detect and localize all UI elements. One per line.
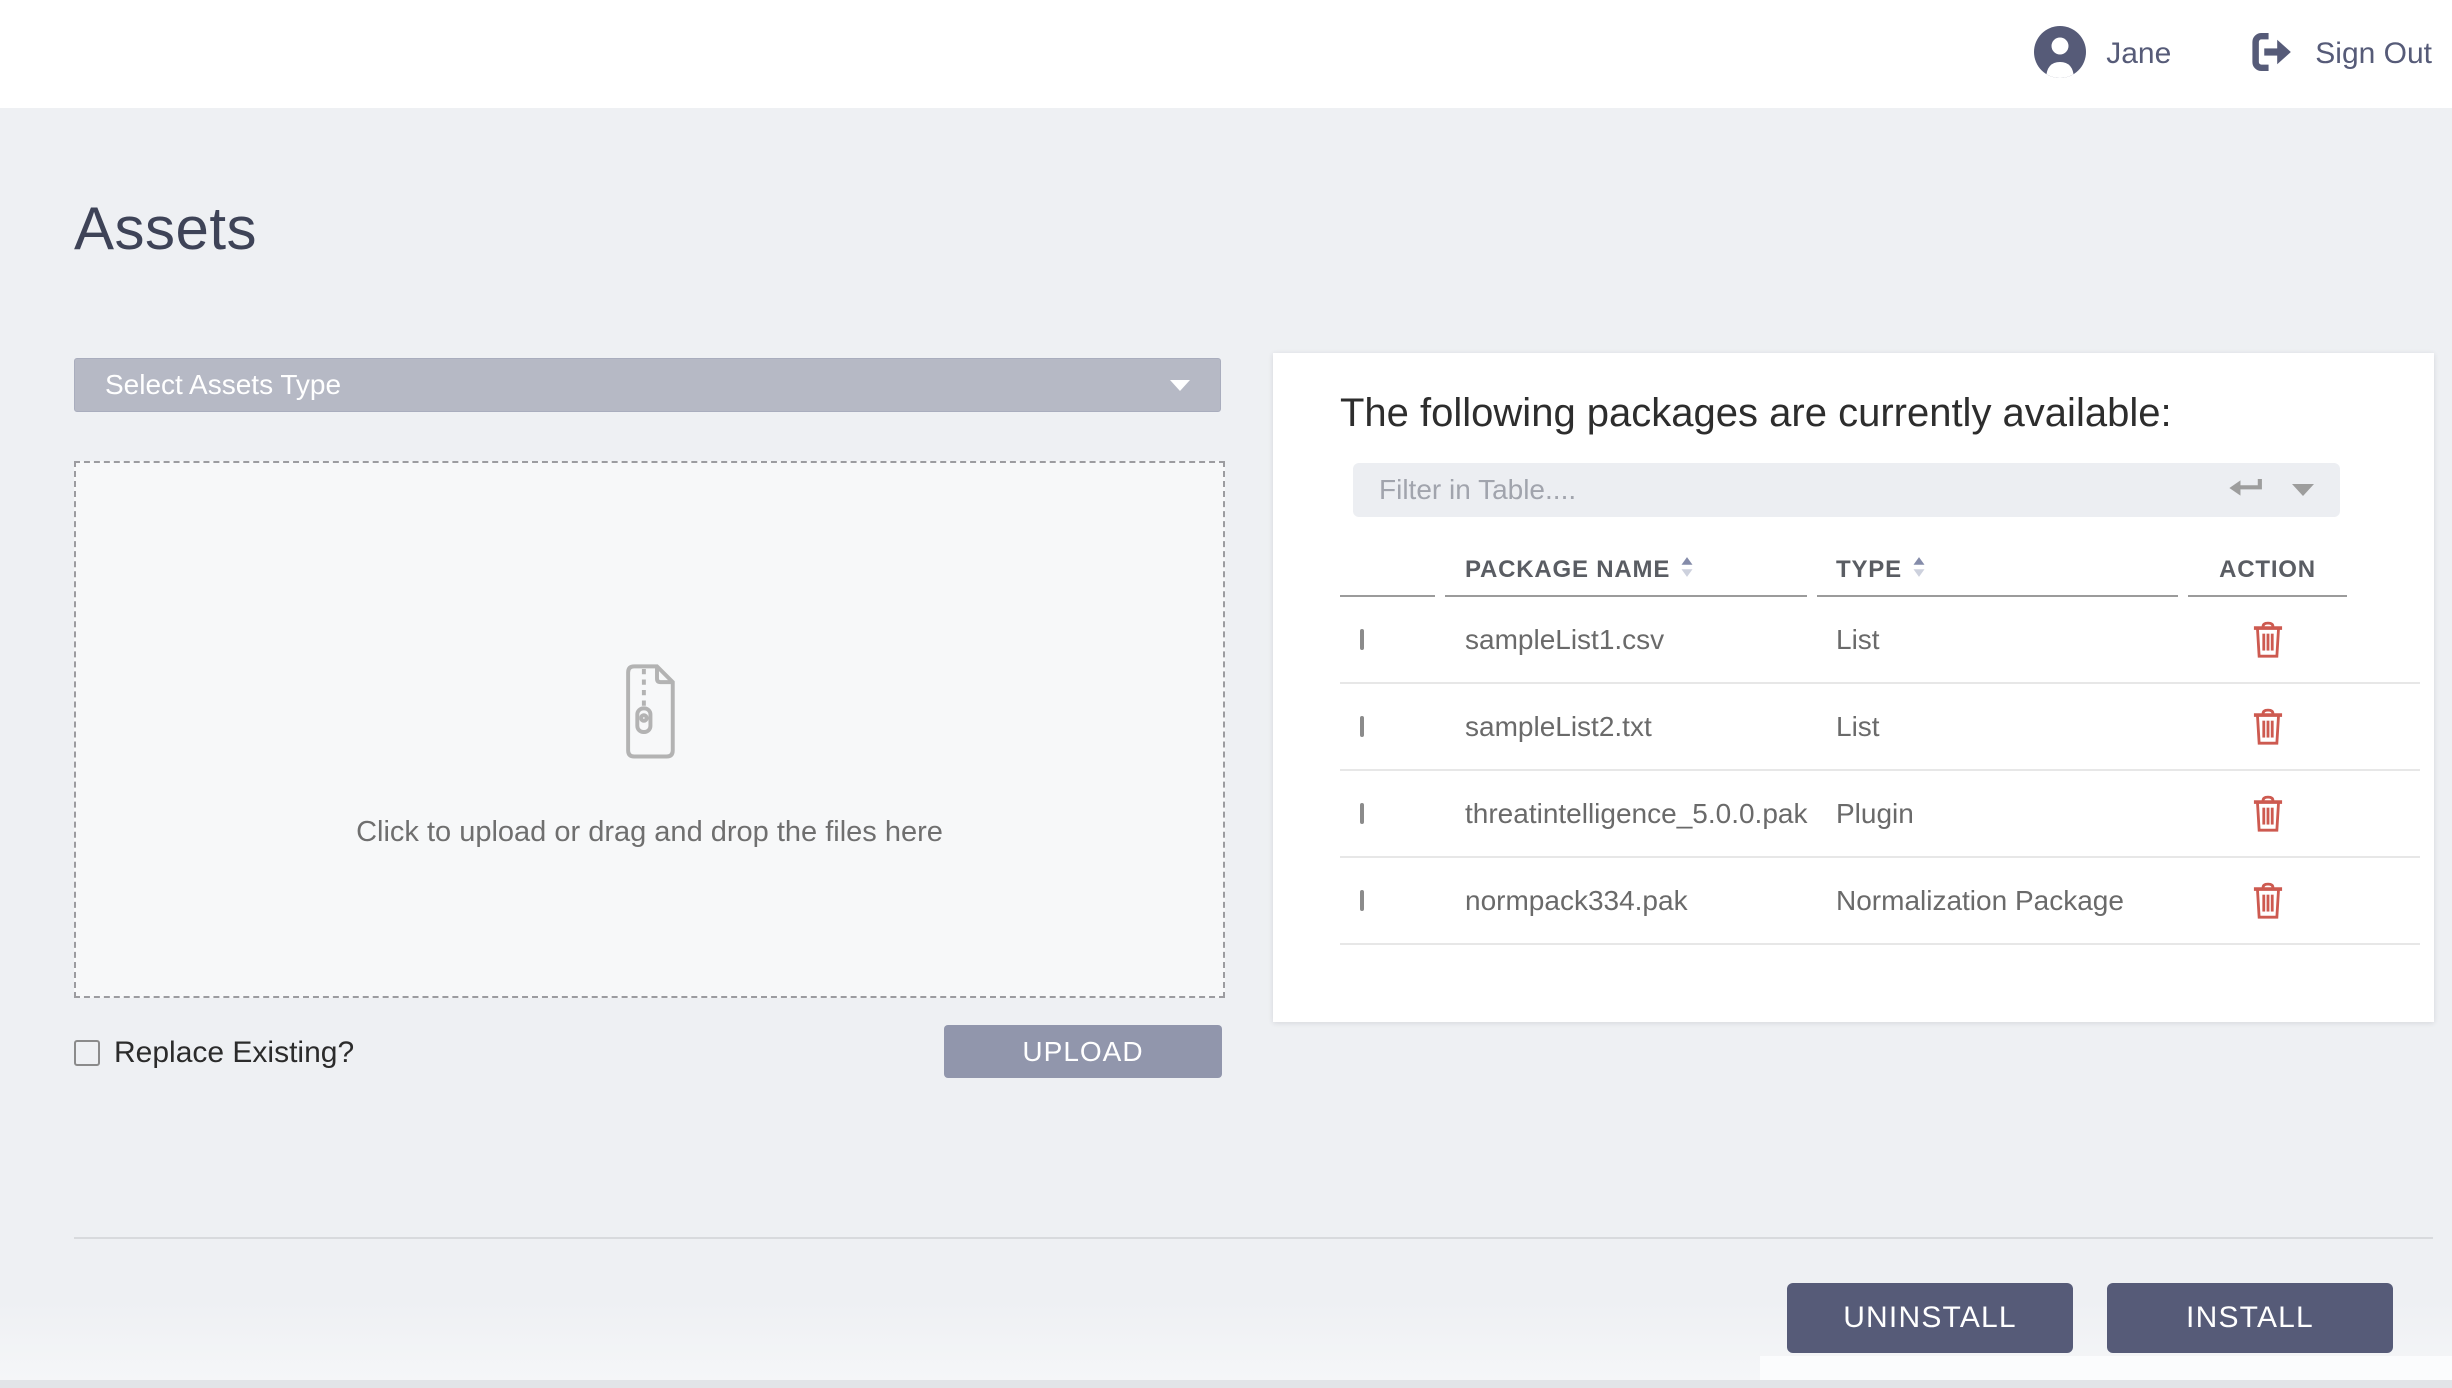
table-row: normpack334.pak Normalization Package <box>1340 858 2420 945</box>
upload-button[interactable]: UPLOAD <box>944 1025 1222 1078</box>
user-menu[interactable]: Jane <box>2034 26 2171 83</box>
assets-type-select-label: Select Assets Type <box>105 369 341 401</box>
package-type: Normalization Package <box>1817 885 2178 917</box>
delete-package-button[interactable] <box>2251 882 2285 920</box>
header-package-name-label: PACKAGE NAME <box>1465 556 1670 584</box>
table-header: PACKAGE NAME TYPE <box>1340 545 2420 597</box>
package-name: sampleList1.csv <box>1445 624 1807 656</box>
return-arrow-icon[interactable] <box>2228 476 2264 505</box>
trash-icon <box>2251 821 2285 836</box>
trash-icon <box>2251 647 2285 662</box>
row-checkbox[interactable] <box>1360 803 1364 824</box>
header-checkbox-column <box>1340 545 1435 597</box>
header-package-name[interactable]: PACKAGE NAME <box>1445 545 1807 597</box>
chevron-down-icon[interactable] <box>2292 484 2314 496</box>
row-checkbox[interactable] <box>1360 629 1364 650</box>
table-row: sampleList1.csv List <box>1340 597 2420 684</box>
header-type-label: TYPE <box>1836 556 1902 584</box>
user-icon <box>2034 26 2086 83</box>
top-bar: Jane Sign Out <box>0 0 2452 108</box>
packages-table: PACKAGE NAME TYPE <box>1340 545 2420 945</box>
package-type: List <box>1817 624 2178 656</box>
delete-package-button[interactable] <box>2251 795 2285 833</box>
trash-icon <box>2251 908 2285 923</box>
header-type[interactable]: TYPE <box>1817 545 2178 597</box>
package-type: Plugin <box>1817 798 2178 830</box>
bottom-divider <box>74 1237 2433 1239</box>
sign-out-label: Sign Out <box>2315 37 2432 71</box>
packages-title: The following packages are currently ava… <box>1340 391 2172 436</box>
assets-page: Jane Sign Out Assets Select Assets Type <box>0 0 2452 1388</box>
sign-out-icon <box>2247 29 2293 80</box>
package-name: sampleList2.txt <box>1445 711 1807 743</box>
sort-arrows-icon[interactable] <box>1912 556 1926 585</box>
table-row: sampleList2.txt List <box>1340 684 2420 771</box>
footer-panel-edge <box>1760 1356 2452 1382</box>
header-action-label: ACTION <box>2219 556 2316 584</box>
header-action: ACTION <box>2188 545 2347 597</box>
filter-input[interactable] <box>1379 474 2212 506</box>
package-name: normpack334.pak <box>1445 885 1807 917</box>
table-row: threatintelligence_5.0.0.pak Plugin <box>1340 771 2420 858</box>
dropzone-text: Click to upload or drag and drop the fil… <box>356 816 943 849</box>
package-type: List <box>1817 711 2178 743</box>
row-checkbox[interactable] <box>1360 890 1364 911</box>
delete-package-button[interactable] <box>2251 621 2285 659</box>
package-name: threatintelligence_5.0.0.pak <box>1445 798 1807 830</box>
assets-type-select[interactable]: Select Assets Type <box>74 358 1221 412</box>
page-title: Assets <box>74 194 257 263</box>
sign-out-button[interactable]: Sign Out <box>2247 29 2432 80</box>
row-checkbox[interactable] <box>1360 716 1364 737</box>
bottom-strip <box>0 1380 2452 1388</box>
delete-package-button[interactable] <box>2251 708 2285 746</box>
replace-existing-label: Replace Existing? <box>114 1036 354 1070</box>
chevron-down-icon <box>1170 380 1190 391</box>
replace-existing-row: Replace Existing? <box>74 1036 354 1070</box>
sort-arrows-icon[interactable] <box>1680 556 1694 585</box>
trash-icon <box>2251 734 2285 749</box>
file-dropzone[interactable]: Click to upload or drag and drop the fil… <box>74 461 1225 998</box>
replace-existing-checkbox[interactable] <box>74 1040 100 1066</box>
packages-card: The following packages are currently ava… <box>1273 353 2434 1022</box>
uninstall-button[interactable]: UNINSTALL <box>1787 1283 2073 1353</box>
install-button[interactable]: INSTALL <box>2107 1283 2393 1353</box>
user-name: Jane <box>2106 37 2171 71</box>
filter-bar <box>1353 463 2340 517</box>
zip-file-icon <box>622 661 678 766</box>
